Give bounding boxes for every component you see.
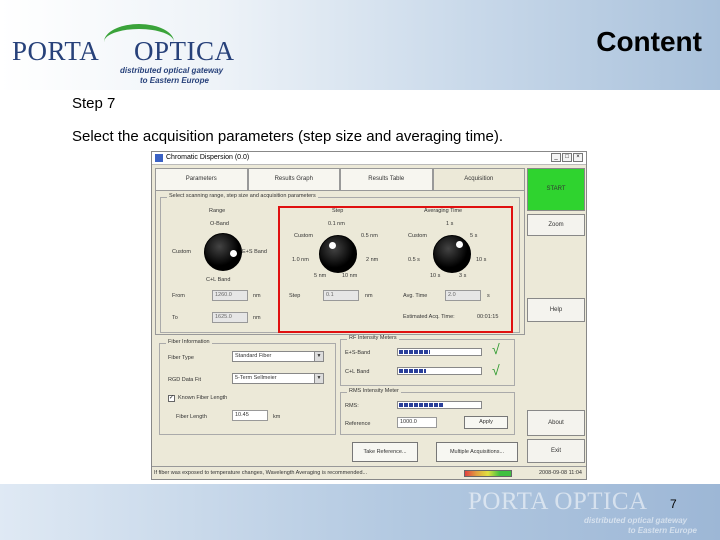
fiber-length-label: Fiber Length — [176, 414, 207, 420]
reference-label: Reference — [345, 421, 371, 427]
range-option-cl-band[interactable]: C+L Band — [206, 277, 230, 283]
tab-results-graph[interactable]: Results Graph — [247, 168, 340, 190]
page-number: 7 — [670, 497, 677, 511]
multiple-acquisitions-button[interactable]: Multiple Acquisitions... — [436, 442, 518, 462]
range-option-custom[interactable]: Custom — [172, 249, 191, 255]
es-band-meter — [397, 348, 482, 356]
footer-logo: PORTA OPTICA distributed optical gateway… — [468, 486, 708, 538]
exit-button[interactable]: Exit — [527, 439, 585, 463]
apply-button[interactable]: Apply — [464, 416, 508, 429]
maximize-button[interactable]: □ — [562, 153, 572, 162]
logo-porta-text: PORTA — [12, 36, 100, 66]
minimize-button[interactable]: _ — [551, 153, 561, 162]
rms-meter — [397, 401, 482, 409]
logo-tagline-1: distributed optical gateway — [120, 66, 224, 75]
chevron-down-icon: ▼ — [314, 374, 323, 383]
es-band-check-icon: √ — [492, 341, 500, 357]
fiber-type-value: Standard Fiber — [235, 353, 272, 359]
status-gauge — [464, 470, 512, 477]
range-option-es-band[interactable]: E+S Band — [242, 249, 267, 255]
known-length-label: Known Fiber Length — [178, 395, 228, 401]
zoom-button[interactable]: Zoom — [527, 214, 585, 236]
start-button[interactable]: START — [527, 168, 585, 211]
footer-banner: PORTA OPTICA distributed optical gateway… — [0, 484, 720, 540]
to-label: To — [172, 315, 178, 321]
porta-optica-logo: PORTA OPTICA distributed optical gateway… — [12, 22, 252, 85]
cl-band-meter-fill — [399, 369, 427, 373]
tab-bar: Parameters Results Graph Results Table A… — [155, 168, 525, 191]
logo-optica-text: OPTICA — [134, 36, 235, 66]
to-field[interactable]: 1625.0 — [212, 312, 248, 323]
window-controls: _ □ × — [551, 153, 583, 162]
chevron-down-icon: ▼ — [314, 352, 323, 361]
range-option-o-band[interactable]: O-Band — [210, 221, 229, 227]
fiber-length-unit: km — [273, 414, 281, 420]
window-titlebar[interactable]: Chromatic Dispersion (0.0) _ □ × — [152, 152, 586, 165]
status-message: If fiber was exposed to temperature chan… — [154, 470, 368, 476]
range-label: Range — [209, 208, 226, 214]
from-label: From — [172, 293, 185, 299]
scan-parameters-title: Select scanning range, step size and acq… — [167, 193, 318, 199]
fiber-type-label: Fiber Type — [168, 355, 194, 361]
footer-logo-text: PORTA OPTICA — [468, 488, 648, 515]
reference-field[interactable]: 1000.0 — [397, 417, 437, 428]
footer-tagline-1: distributed optical gateway — [584, 516, 688, 525]
to-unit: nm — [253, 315, 261, 321]
intensity-meters-group: RF Intensity Meters — [340, 335, 515, 386]
from-unit: nm — [253, 293, 261, 299]
range-knob-indicator — [230, 250, 237, 257]
tab-parameters[interactable]: Parameters — [155, 168, 248, 190]
highlight-box — [278, 206, 513, 333]
rms-meter-title: RMS Intensity Meter — [347, 388, 401, 394]
fiber-information-title: Fiber Information — [166, 339, 212, 345]
from-field[interactable]: 1260.0 — [212, 290, 248, 301]
about-button[interactable]: About — [527, 410, 585, 436]
window-title: Chromatic Dispersion (0.0) — [166, 154, 250, 161]
intensity-meters-title: RF Intensity Meters — [347, 335, 399, 341]
fiber-length-field[interactable]: 10.45 — [232, 410, 268, 421]
slide-title: Content — [596, 26, 702, 57]
known-length-checkbox[interactable]: ✓ — [168, 395, 175, 402]
tab-results-table[interactable]: Results Table — [340, 168, 433, 190]
app-window: Chromatic Dispersion (0.0) _ □ × Paramet… — [151, 151, 587, 480]
close-button[interactable]: × — [573, 153, 583, 162]
es-band-meter-label: E+S-Band — [345, 350, 371, 356]
rms-label: RMS: — [345, 403, 359, 409]
rgd-fit-select[interactable]: 5-Term Sellmeier ▼ — [232, 373, 324, 384]
take-reference-button[interactable]: Take Reference... — [352, 442, 418, 462]
cl-band-meter-label: C+L Band — [345, 369, 370, 375]
rgd-fit-label: RGD Data Fit — [168, 377, 202, 383]
app-icon — [155, 154, 163, 162]
fiber-type-select[interactable]: Standard Fiber ▼ — [232, 351, 324, 362]
status-bar: If fiber was exposed to temperature chan… — [152, 466, 586, 479]
range-knob[interactable] — [204, 233, 242, 271]
step-heading: Step 7 — [72, 95, 116, 112]
help-button[interactable]: Help — [527, 298, 585, 322]
footer-tagline-2: to Eastern Europe — [628, 526, 697, 535]
rms-meter-fill — [399, 403, 443, 407]
tab-acquisition[interactable]: Acquisition — [432, 168, 525, 191]
es-band-meter-fill — [399, 350, 431, 354]
cl-band-meter — [397, 367, 482, 375]
header-banner: PORTA OPTICA distributed optical gateway… — [0, 0, 720, 90]
rgd-fit-value: 5-Term Sellmeier — [235, 375, 277, 381]
cl-band-check-icon: √ — [492, 362, 500, 378]
status-datetime: 2008-09-08 11:04 — [538, 470, 582, 476]
logo-tagline-2: to Eastern Europe — [140, 76, 209, 85]
instruction-text: Select the acquisition parameters (step … — [72, 128, 504, 145]
